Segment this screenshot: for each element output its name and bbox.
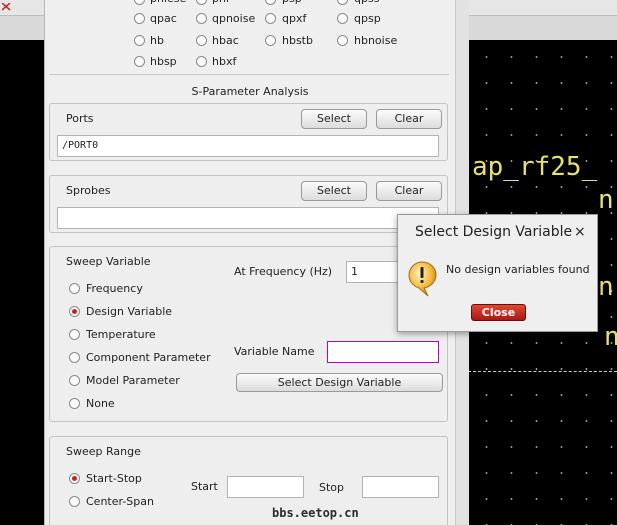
sprobes-input[interactable] [57, 207, 439, 229]
schematic-net-label: n [598, 272, 614, 302]
sweep-option-label: Component Parameter [86, 351, 211, 364]
analysis-radio-qpnoise[interactable] [196, 13, 207, 24]
analysis-label: qpsp [354, 12, 381, 25]
select-design-variable-dialog: Select Design Variable × No design varia… [397, 214, 598, 332]
analysis-label: hbxf [212, 55, 237, 68]
analysis-radio-psp[interactable] [265, 0, 276, 5]
dialog-close-button[interactable]: Close [471, 304, 526, 321]
sprobes-group: Sprobes Select Clear [49, 175, 448, 233]
sweep-radio-model-parameter[interactable] [69, 375, 80, 386]
analysis-label: qpxf [282, 12, 307, 25]
analysis-label: hbac [212, 34, 239, 47]
analysis-radio-hb[interactable] [134, 35, 145, 46]
at-frequency-label: At Frequency (Hz) [234, 265, 333, 278]
analysis-radio-qpss[interactable] [337, 0, 348, 5]
sweep-radio-design-variable[interactable] [69, 306, 80, 317]
sprobes-label: Sprobes [66, 184, 111, 197]
sweep-variable-title: Sweep Variable [66, 255, 151, 268]
sweep-radio-temperature[interactable] [69, 329, 80, 340]
sweep-radio-frequency[interactable] [69, 283, 80, 294]
stop-input[interactable] [362, 476, 439, 498]
sweep-option-label: Design Variable [86, 305, 173, 318]
sprobes-clear-button[interactable]: Clear [376, 181, 442, 201]
sweep-option-label: Model Parameter [86, 374, 180, 387]
analysis-radio-hbac[interactable] [196, 35, 207, 46]
ports-label: Ports [66, 112, 94, 125]
sweep-option-label: Frequency [86, 282, 143, 295]
schematic-instance-label: ap_rf25_ [472, 152, 598, 182]
dialog-title: Select Design Variable [415, 224, 573, 240]
ports-select-button[interactable]: Select [301, 109, 367, 129]
analysis-label: qpss [354, 0, 379, 5]
range-radio-start-stop[interactable] [69, 473, 80, 484]
analysis-radio-qpac[interactable] [134, 13, 145, 24]
sweep-range-title: Sweep Range [66, 445, 141, 458]
stop-label: Stop [319, 481, 345, 494]
sweep-radio-none[interactable] [69, 398, 80, 409]
range-option-label: Center-Span [86, 495, 154, 508]
analysis-radio-hbxf[interactable] [196, 56, 207, 67]
analysis-label: hbstb [282, 34, 313, 47]
ports-clear-button[interactable]: Clear [376, 109, 442, 129]
schematic-net-label: n [604, 322, 617, 352]
form-content: phlese pnl psp qpss qpac qpnoise qpxf qp… [45, 0, 455, 525]
analysis-label: hbnoise [354, 34, 398, 47]
variable-name-label: Variable Name [234, 345, 315, 358]
ports-input[interactable]: /PORT0 [57, 135, 439, 157]
ports-group: Ports Select Clear /PORT0 [49, 103, 448, 161]
schematic-net-label: n [598, 185, 614, 215]
start-input[interactable] [227, 476, 304, 498]
analysis-label: phlese [150, 0, 186, 5]
sweep-variable-group: Sweep Variable Frequency Design Variable… [49, 246, 448, 422]
start-label: Start [191, 480, 218, 493]
dialog-close-icon[interactable]: × [574, 224, 586, 240]
schematic-wire [468, 371, 617, 372]
sweep-range-group: Sweep Range Start-Stop Center-Span Start… [49, 436, 448, 525]
analysis-radio-qpxf[interactable] [265, 13, 276, 24]
analysis-label: hb [150, 34, 164, 47]
sweep-option-label: None [86, 397, 115, 410]
warning-icon [408, 261, 437, 297]
analysis-radio-qpsp[interactable] [337, 13, 348, 24]
dialog-message: No design variables found [446, 263, 590, 276]
analysis-label: psp [282, 0, 302, 5]
divider [49, 74, 449, 75]
sweep-radio-component-parameter[interactable] [69, 352, 80, 363]
range-radio-center-span[interactable] [69, 496, 80, 507]
schematic-window-icon [2, 3, 11, 11]
variable-name-input[interactable] [327, 341, 439, 363]
select-design-variable-button[interactable]: Select Design Variable [236, 373, 443, 392]
analysis-label: qpac [150, 12, 177, 25]
range-option-label: Start-Stop [86, 472, 142, 485]
analysis-radio-hbstb[interactable] [265, 35, 276, 46]
watermark: bbs.eetop.cn [272, 506, 359, 520]
sprobes-select-button[interactable]: Select [301, 181, 367, 201]
analysis-label: hbsp [150, 55, 177, 68]
analysis-label: pnl [212, 0, 229, 5]
sweep-option-label: Temperature [86, 328, 156, 341]
analysis-radio-hbnoise[interactable] [337, 35, 348, 46]
analysis-radio-phlese[interactable] [134, 0, 145, 5]
analysis-radio-hbsp[interactable] [134, 56, 145, 67]
analysis-radio-pnl[interactable] [196, 0, 207, 5]
analysis-label: qpnoise [212, 12, 256, 25]
sp-analysis-title: S-Parameter Analysis [191, 85, 309, 98]
